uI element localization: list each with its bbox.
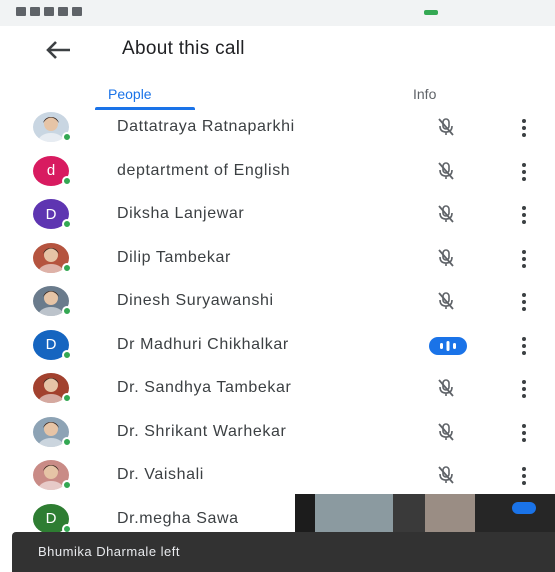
presence-dot [62,175,72,186]
participant-row[interactable]: Dilip Tambekar [0,237,555,280]
presence-dot [62,393,72,403]
tab-people[interactable]: People [108,86,152,102]
speaking-badge-icon [512,502,536,514]
participant-name: Dr. Shrikant Warhekar [117,422,287,440]
participant-name: deptartment of English [117,161,291,179]
video-tile [393,494,425,536]
speaking-indicator-icon [429,336,467,355]
participant-name: Dilip Tambekar [117,248,231,266]
participant-name: Dr Madhuri Chikhalkar [117,335,289,353]
status-icons [16,7,82,16]
mic-off-icon [438,379,454,397]
avatar-letter: d [46,162,56,179]
app-bar: About this call [0,26,555,76]
participant-name: Dattatraya Ratnaparkhi [117,118,295,135]
participant-name: Dr.megha Sawa [117,509,239,527]
participant-name: Dr. Sandhya Tambekar [117,379,292,396]
more-options-icon[interactable] [520,249,528,269]
participant-row[interactable]: D Diksha Lanjewar [0,193,555,236]
more-options-icon[interactable] [520,162,528,182]
presence-dot [62,219,72,229]
participant-list: Dattatraya Ratnaparkhi d deptartment of En… [0,106,555,536]
participant-row[interactable]: Dr. Sandhya Tambekar [0,367,555,410]
avatar-letter: D [45,510,57,527]
participant-name: Diksha Lanjewar [117,205,245,222]
status-bar [0,0,555,26]
more-options-icon[interactable] [520,118,528,138]
video-preview[interactable] [295,494,555,536]
presence-dot [62,480,72,490]
participant-name: Dinesh Suryawanshi [117,292,274,309]
more-options-icon[interactable] [520,379,528,399]
participant-row[interactable]: Dinesh Suryawanshi [0,280,555,323]
presence-dot [62,132,72,142]
mic-off-icon [438,205,454,223]
video-tile [315,494,393,536]
presence-dot [62,436,72,447]
snackbar-message: Bhumika Dharmale left [38,544,180,559]
more-options-icon[interactable] [520,292,528,312]
page-title: About this call [122,38,245,59]
mic-off-icon [438,422,454,441]
mic-off-icon [438,466,454,484]
video-tile [425,494,475,536]
participant-row[interactable]: d deptartment of English [0,150,555,193]
more-options-icon[interactable] [520,205,528,225]
presence-dot [62,306,72,316]
tab-info[interactable]: Info [413,86,436,102]
mic-off-icon [438,248,454,267]
video-tile [475,494,555,536]
back-arrow-icon[interactable] [42,37,74,63]
avatar-letter: D [45,336,57,353]
participant-name: Dr. Vaishali [117,466,204,483]
video-tile [295,494,315,536]
more-options-icon[interactable] [520,423,528,443]
mic-off-icon [438,118,454,136]
participant-row[interactable]: Dr. Vaishali [0,454,555,497]
battery-indicator [424,10,438,15]
participant-row[interactable]: Dr. Shrikant Warhekar [0,411,555,454]
mic-off-icon [438,292,454,310]
more-options-icon[interactable] [520,466,528,486]
mic-off-icon [438,161,454,180]
snackbar: Bhumika Dharmale left [12,532,555,572]
avatar-letter: D [45,205,57,223]
participant-row[interactable]: D Dr Madhuri Chikhalkar [0,324,555,367]
more-options-icon[interactable] [520,336,528,356]
presence-dot [62,262,72,273]
presence-dot [62,349,72,360]
participant-row[interactable]: Dattatraya Ratnaparkhi [0,106,555,149]
